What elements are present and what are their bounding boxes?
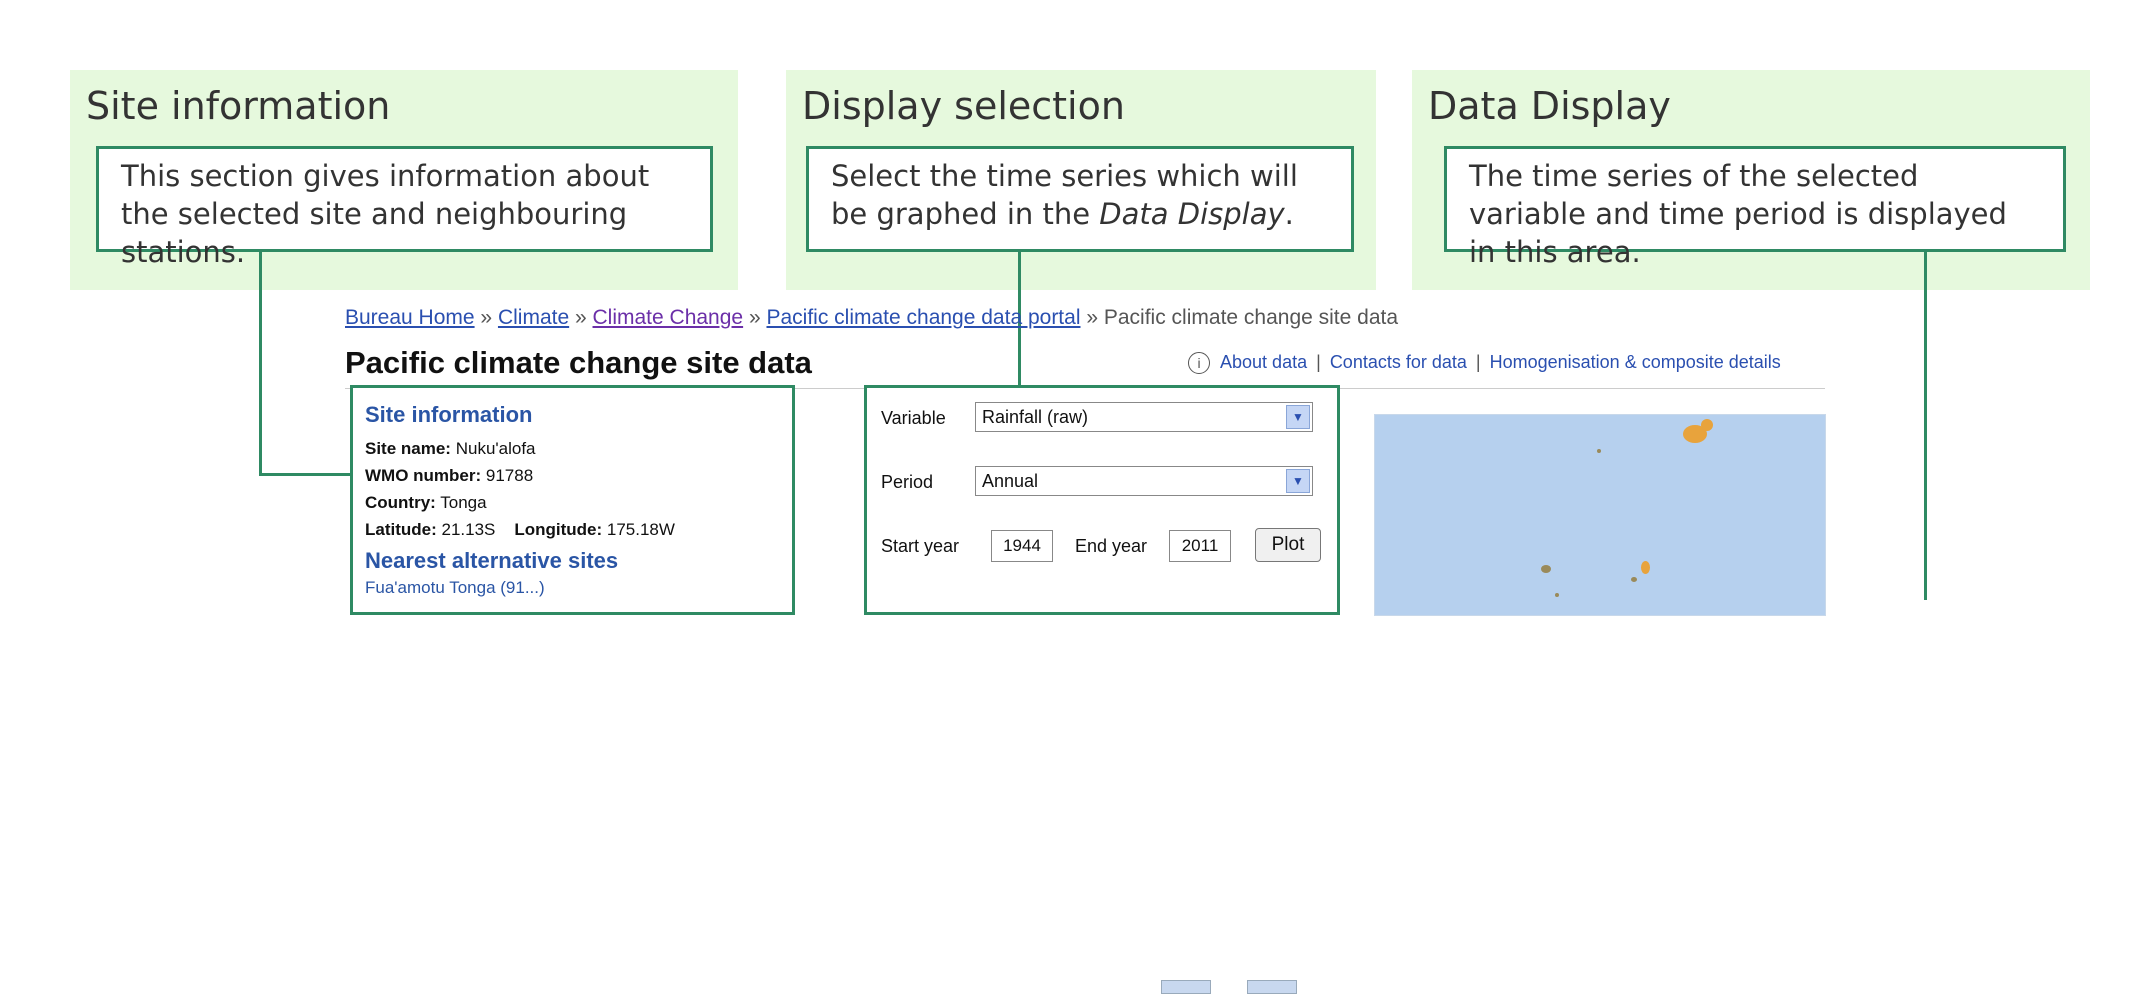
- end-year-label: End year: [1075, 536, 1148, 556]
- end-year-input[interactable]: 2011: [1169, 530, 1231, 562]
- wmo-number-row: WMO number: 91788: [365, 463, 792, 488]
- link-separator: |: [1475, 352, 1481, 372]
- island-marker: [1555, 593, 1559, 597]
- breadcrumb-link-data-portal[interactable]: Pacific climate change data portal: [766, 306, 1080, 329]
- variable-select-value: Rainfall (raw): [982, 407, 1089, 427]
- chevron-down-icon: ▼: [1286, 469, 1310, 493]
- chevron-down-icon: ▼: [1286, 405, 1310, 429]
- variable-label: Variable: [881, 408, 946, 428]
- display-selection-callout: Select the time series which will be gra…: [806, 146, 1354, 252]
- latitude-value: 21.13S: [441, 520, 496, 539]
- longitude-label: Longitude:: [514, 520, 603, 539]
- breadcrumb: Bureau Home » Climate » Climate Change »…: [345, 306, 1398, 330]
- nearest-sites-heading: Nearest alternative sites: [365, 548, 619, 573]
- field-label: Country:: [365, 493, 436, 512]
- longitude-value: 175.18W: [606, 520, 675, 539]
- top-links: i About data | Contacts for data | Homog…: [1188, 352, 1781, 375]
- plot-button[interactable]: Plot: [1255, 528, 1321, 562]
- coordinates-row: Latitude: 21.13S Longitude: 175.18W: [365, 517, 792, 542]
- connector-line: [259, 252, 262, 476]
- breadcrumb-separator: »: [748, 306, 761, 329]
- info-icon: i: [1188, 352, 1210, 375]
- contacts-link[interactable]: Contacts for data: [1330, 352, 1467, 372]
- period-select-value: Annual: [982, 471, 1039, 491]
- island-marker: [1641, 561, 1650, 574]
- latitude-label: Latitude:: [365, 520, 437, 539]
- panel-title: Data Display: [1428, 84, 1671, 128]
- site-name-row: Site name: Nuku'alofa: [365, 436, 792, 461]
- breadcrumb-separator: »: [1086, 306, 1099, 329]
- field-value: Nuku'alofa: [455, 439, 536, 458]
- field-value: 91788: [485, 466, 534, 485]
- island-marker: [1597, 449, 1601, 453]
- display-selection-box: Variable Rainfall (raw) ▼ Period Annual …: [864, 385, 1340, 994]
- cut-off-control: [1161, 980, 1211, 994]
- panel-title: Display selection: [802, 84, 1125, 128]
- field-value: Tonga: [440, 493, 487, 512]
- site-information-callout: This section gives information about the…: [96, 146, 713, 269]
- data-display-map[interactable]: [1374, 414, 1826, 616]
- data-display-callout: The time series of the selected variable…: [1444, 146, 2066, 269]
- field-label: WMO number:: [365, 466, 482, 485]
- panel-title: Site information: [86, 84, 391, 128]
- nearest-site-link[interactable]: Fua'amotu Tonga (91...): [365, 578, 792, 598]
- period-label: Period: [881, 472, 934, 492]
- link-separator: |: [1316, 352, 1321, 372]
- site-information-heading: Site information: [365, 402, 533, 427]
- about-data-link[interactable]: About data: [1220, 352, 1307, 372]
- callout-text-end: .: [1284, 197, 1294, 231]
- field-label: Site name:: [365, 439, 451, 458]
- start-year-input[interactable]: 1944: [991, 530, 1053, 562]
- connector-line: [259, 473, 353, 476]
- breadcrumb-separator: »: [480, 306, 493, 329]
- cut-off-control: [1247, 980, 1297, 994]
- breadcrumb-link-climate-change[interactable]: Climate Change: [593, 306, 744, 329]
- breadcrumb-separator: »: [574, 306, 587, 329]
- homogenisation-link[interactable]: Homogenisation & composite details: [1490, 352, 1781, 372]
- island-marker: [1631, 577, 1637, 582]
- page-title: Pacific climate change site data: [345, 345, 812, 380]
- period-select[interactable]: Annual ▼: [975, 466, 1313, 496]
- breadcrumb-link-bureau-home[interactable]: Bureau Home: [345, 306, 475, 329]
- variable-select[interactable]: Rainfall (raw) ▼: [975, 402, 1313, 432]
- connector-line: [1924, 252, 1927, 600]
- site-information-box: Site information Site name: Nuku'alofa W…: [350, 385, 795, 615]
- country-row: Country: Tonga: [365, 490, 792, 515]
- island-marker: [1541, 565, 1551, 573]
- breadcrumb-current: Pacific climate change site data: [1103, 306, 1399, 329]
- callout-emphasis: Data Display: [1099, 197, 1285, 231]
- breadcrumb-link-climate[interactable]: Climate: [498, 306, 569, 329]
- island-marker: [1701, 419, 1713, 431]
- start-year-label: Start year: [881, 536, 960, 556]
